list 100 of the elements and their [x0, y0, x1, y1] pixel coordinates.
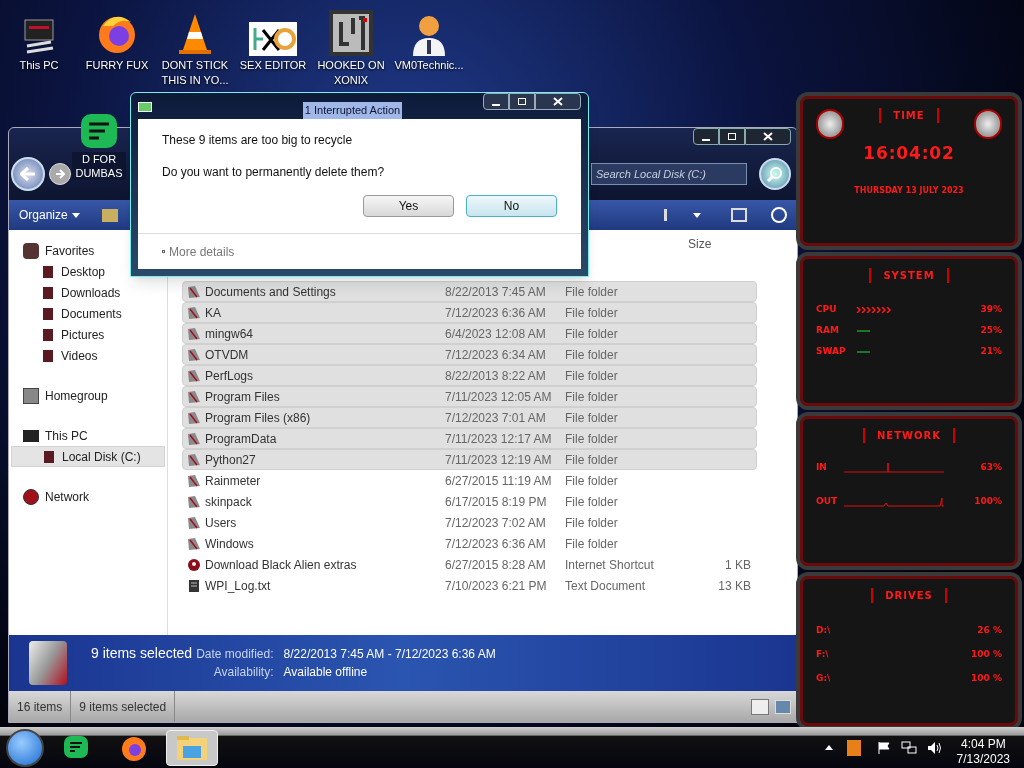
file-row[interactable]: PerfLogs 8/22/2013 8:22 AM File folder — [182, 365, 757, 386]
close-button[interactable] — [535, 93, 581, 110]
desktop-shortcut[interactable]: HOOKED ON XONIX — [312, 6, 390, 88]
clock-time[interactable]: 4:04 PM — [960, 736, 1006, 752]
tiles-view-icon[interactable] — [775, 699, 791, 714]
bullet-icon — [162, 250, 165, 253]
caret-up-icon[interactable] — [824, 745, 833, 750]
file-row[interactable]: Windows 7/12/2023 6:36 AM File folder — [182, 533, 757, 554]
dialog-message: These 9 items are too big to recycle — [162, 132, 354, 149]
file-row[interactable]: mingw64 6/4/2023 12:08 AM File folder — [182, 323, 757, 344]
meter-reading: 26 % — [977, 624, 1002, 638]
chat-app-icon — [63, 734, 89, 761]
right-arrow-icon — [55, 169, 65, 179]
column-header[interactable]: Size — [688, 234, 712, 253]
maze-icon — [329, 10, 373, 56]
nav-item[interactable]: Videos — [11, 345, 165, 366]
desktop-shortcut[interactable]: VM0Technic... — [390, 6, 468, 88]
caret-icon[interactable] — [693, 212, 701, 218]
clock-date[interactable]: 7/13/2023 — [956, 751, 1010, 767]
library-icon — [43, 328, 53, 341]
dialog-button[interactable]: No — [466, 195, 557, 217]
maximize-button[interactable] — [509, 93, 535, 110]
file-row[interactable]: WPI_Log.txt 7/10/2023 6:21 PM Text Document 13 KB — [182, 575, 757, 596]
close-icon — [763, 132, 773, 141]
nav-item[interactable]: Homegroup — [9, 385, 167, 406]
library-icon — [43, 286, 53, 299]
meter-label: SWAP — [816, 344, 847, 358]
nav-item[interactable]: Network — [9, 486, 167, 507]
window-title: 1 Interrupted Action — [302, 102, 403, 119]
desktop-shortcut[interactable]: SEX EDITOR — [234, 6, 312, 88]
status-bar: 16 items 9 items selected — [9, 691, 797, 722]
meter-label: G:\ — [816, 672, 832, 686]
forward-button[interactable] — [49, 163, 71, 185]
widget-title: DRIVES — [871, 588, 947, 603]
nav-item[interactable]: This PC — [9, 425, 167, 446]
hx-logo-icon — [249, 22, 297, 56]
library-icon — [44, 450, 54, 463]
widget-title: NETWORK — [863, 428, 955, 443]
start-button[interactable] — [6, 728, 44, 767]
file-row[interactable]: ProgramData 7/11/2023 12:17 AM File folder — [182, 428, 757, 449]
meter-reading: 100 % — [971, 672, 1002, 686]
file-row[interactable]: Documents and Settings 8/22/2013 7:45 AM File folder — [182, 281, 757, 302]
network-icon[interactable] — [900, 740, 917, 755]
desktop-shortcut[interactable]: DONT STICK THIS IN YO... — [156, 6, 234, 88]
file-row[interactable]: KA 7/12/2023 6:36 AM File folder — [182, 302, 757, 323]
file-row[interactable]: Download Black Alien extras 6/27/2015 8:28 AM Internet Shortcut 1 KB — [182, 554, 757, 575]
widget-title: SYSTEM — [869, 268, 949, 283]
nav-item[interactable]: Pictures — [11, 324, 165, 345]
dialog-button[interactable]: Yes — [363, 195, 454, 217]
computer-icon — [23, 429, 39, 442]
widget-title: TIME — [879, 108, 939, 123]
meter-reading: 100 % — [971, 648, 1002, 662]
library-icon — [43, 349, 53, 362]
nav-item[interactable]: Downloads — [11, 282, 165, 303]
meter-label: IN — [816, 461, 828, 475]
clock-reading: 16:04:02 — [862, 142, 956, 165]
tray-app-icon[interactable] — [846, 739, 861, 756]
more-details-button[interactable]: More details — [169, 242, 235, 261]
globe-icon — [23, 488, 39, 505]
nav-item[interactable]: Local Disk (C:) — [11, 446, 165, 467]
meter-label: RAM — [816, 323, 840, 337]
flag-icon[interactable] — [876, 740, 891, 755]
file-row[interactable]: Program Files 7/11/2023 12:05 AM File folder — [182, 386, 757, 407]
back-button[interactable] — [11, 157, 45, 191]
globe-icon — [187, 557, 201, 572]
organize-button[interactable]: Organize — [19, 206, 80, 224]
meter-reading: 21% — [980, 344, 1002, 358]
nav-item[interactable]: Favorites — [9, 240, 167, 261]
help-icon[interactable] — [771, 207, 787, 223]
meter-label: F:\ — [816, 648, 830, 662]
nav-item[interactable]: Documents — [11, 303, 165, 324]
meter-reading: 100% — [974, 495, 1002, 509]
meter-reading: 39% — [980, 302, 1002, 316]
maximize-button[interactable] — [719, 128, 745, 145]
desktop-shortcut[interactable]: FURRY FUX — [78, 6, 156, 88]
nav-item[interactable]: Desktop — [11, 261, 165, 282]
file-row[interactable]: OTVDM 7/12/2023 6:34 AM File folder — [182, 344, 757, 365]
file-row[interactable]: Program Files (x86) 7/12/2023 7:01 AM File folder — [182, 407, 757, 428]
minimize-button[interactable] — [693, 128, 719, 145]
minimize-button[interactable] — [483, 93, 509, 110]
dialog-question: Do you want to permanently delete them? — [162, 164, 386, 181]
meter-label: OUT — [816, 495, 839, 509]
preview-pane-icon[interactable] — [731, 208, 747, 222]
desktop-shortcut[interactable]: This PC — [0, 6, 78, 88]
details-view-icon[interactable] — [751, 698, 769, 715]
close-icon — [553, 97, 563, 106]
search-field[interactable]: Search Local Disk (C:) — [591, 163, 747, 185]
meter-reading: 25% — [980, 323, 1002, 337]
close-button[interactable] — [745, 128, 791, 145]
details-pane: 9 items selected Date modified: 8/22/2013 7:45 AM - 7/12/2023 6:36 AM Availability: Available offline — [9, 635, 797, 691]
file-row[interactable]: skinpack 6/17/2015 8:19 PM File folder — [182, 491, 757, 512]
library-icon — [43, 265, 53, 278]
search-button[interactable] — [759, 158, 791, 190]
file-row[interactable]: Rainmeter 6/27/2015 11:19 AM File folder — [182, 470, 757, 491]
file-row[interactable]: Python27 7/11/2023 12:19 AM File folder — [182, 449, 757, 470]
meter-label: D:\ — [816, 624, 832, 638]
meter-reading: 63% — [980, 461, 1002, 475]
speaker-icon[interactable] — [926, 740, 943, 755]
left-arrow-icon — [20, 167, 36, 181]
file-row[interactable]: Users 7/12/2023 7:02 AM File folder — [182, 512, 757, 533]
